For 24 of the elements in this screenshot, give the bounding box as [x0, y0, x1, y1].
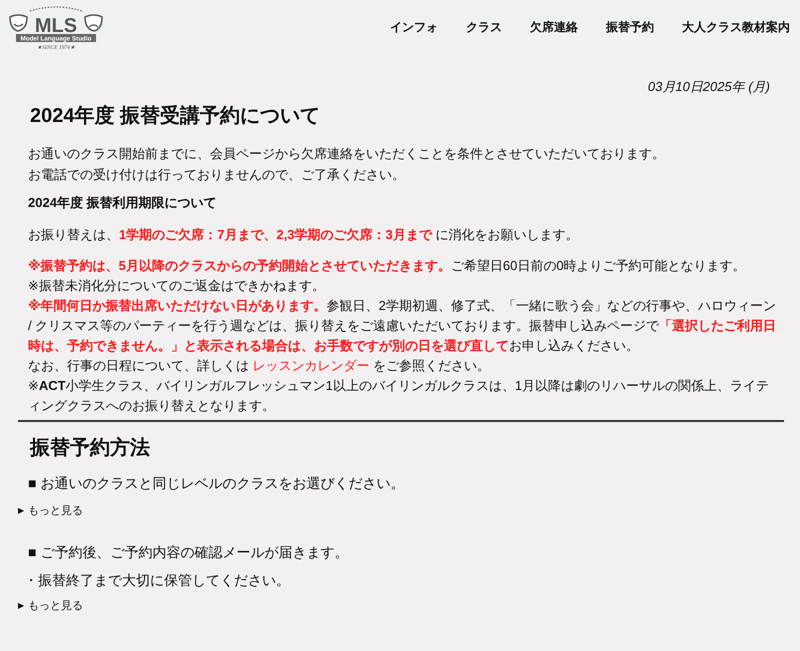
- note-text: ※振替予約は、5月以降のクラスからの予約開始とさせていただきます。ご希望日60日前の0時よりご予約可能となります。: [28, 257, 747, 275]
- page-title: 2024年度 振替受講予約について: [30, 104, 322, 129]
- show-more-link[interactable]: もっと見る: [28, 503, 84, 518]
- nav-link[interactable]: 大人クラス教材案内: [682, 18, 790, 36]
- note-text: ※年間何日か振替出席いただけない日があります。参観日、2学期初週、修了式、「一緒に歌う会」などの行事や、ハロウィーン / クリスマス等のパーティーを行う週などは、振り替えをご遠慮いただいております。振替申し込みページで「選択したご利用日時は、予約できません。」と表示される場合は、お手数ですが別の日を選び直してお申し込みください。: [28, 297, 778, 355]
- deadline-text: お振り替えは、1学期のご欠席：7月まで、2,3学期のご欠席：3月まで に消化をお願いします。: [28, 226, 580, 244]
- step-note: ・振替終了まで大切に保管してください。: [24, 572, 291, 590]
- nav-link[interactable]: クラス: [466, 18, 502, 36]
- expand-icon[interactable]: ▶: [18, 601, 24, 610]
- step-heading: ■ ご予約後、ご予約内容の確認メールが届きます。: [28, 544, 350, 562]
- note-text: ※ACT小学生クラス、バイリンガルフレッシュマン1以上のバイリンガルクラスは、1月以降は劇のリハーサルの関係上、ライティングクラスへのお振り替えとなります。: [28, 377, 770, 415]
- note-text: なお、行事の日程について、詳しくは レッスンカレンダー をご参照ください。: [28, 357, 492, 375]
- intro-text: お通いのクラス開始前までに、会員ページから欠席連絡をいただくことを条件とさせていただいております。: [28, 145, 666, 163]
- intro-text: お電話での受け付けは行っておりませんので、ご了承ください。: [28, 166, 406, 184]
- date-text: 03月10日2025年 (月): [646, 78, 771, 96]
- nav-link[interactable]: インフォ: [390, 18, 438, 36]
- nav-link[interactable]: 振替予約: [606, 18, 654, 36]
- note-text: ※振替未消化分についてのご返金はできかねます。: [28, 277, 326, 295]
- step-heading: ■ お通いのクラスと同じレベルのクラスをお選びください。: [28, 475, 406, 493]
- subheading: 2024年度 振替利用期限について: [28, 194, 218, 212]
- section-title: 振替予約方法: [30, 436, 151, 461]
- show-more-link[interactable]: もっと見る: [28, 598, 84, 613]
- expand-icon[interactable]: ▶: [18, 506, 24, 515]
- nav-link[interactable]: 欠席連絡: [530, 18, 578, 36]
